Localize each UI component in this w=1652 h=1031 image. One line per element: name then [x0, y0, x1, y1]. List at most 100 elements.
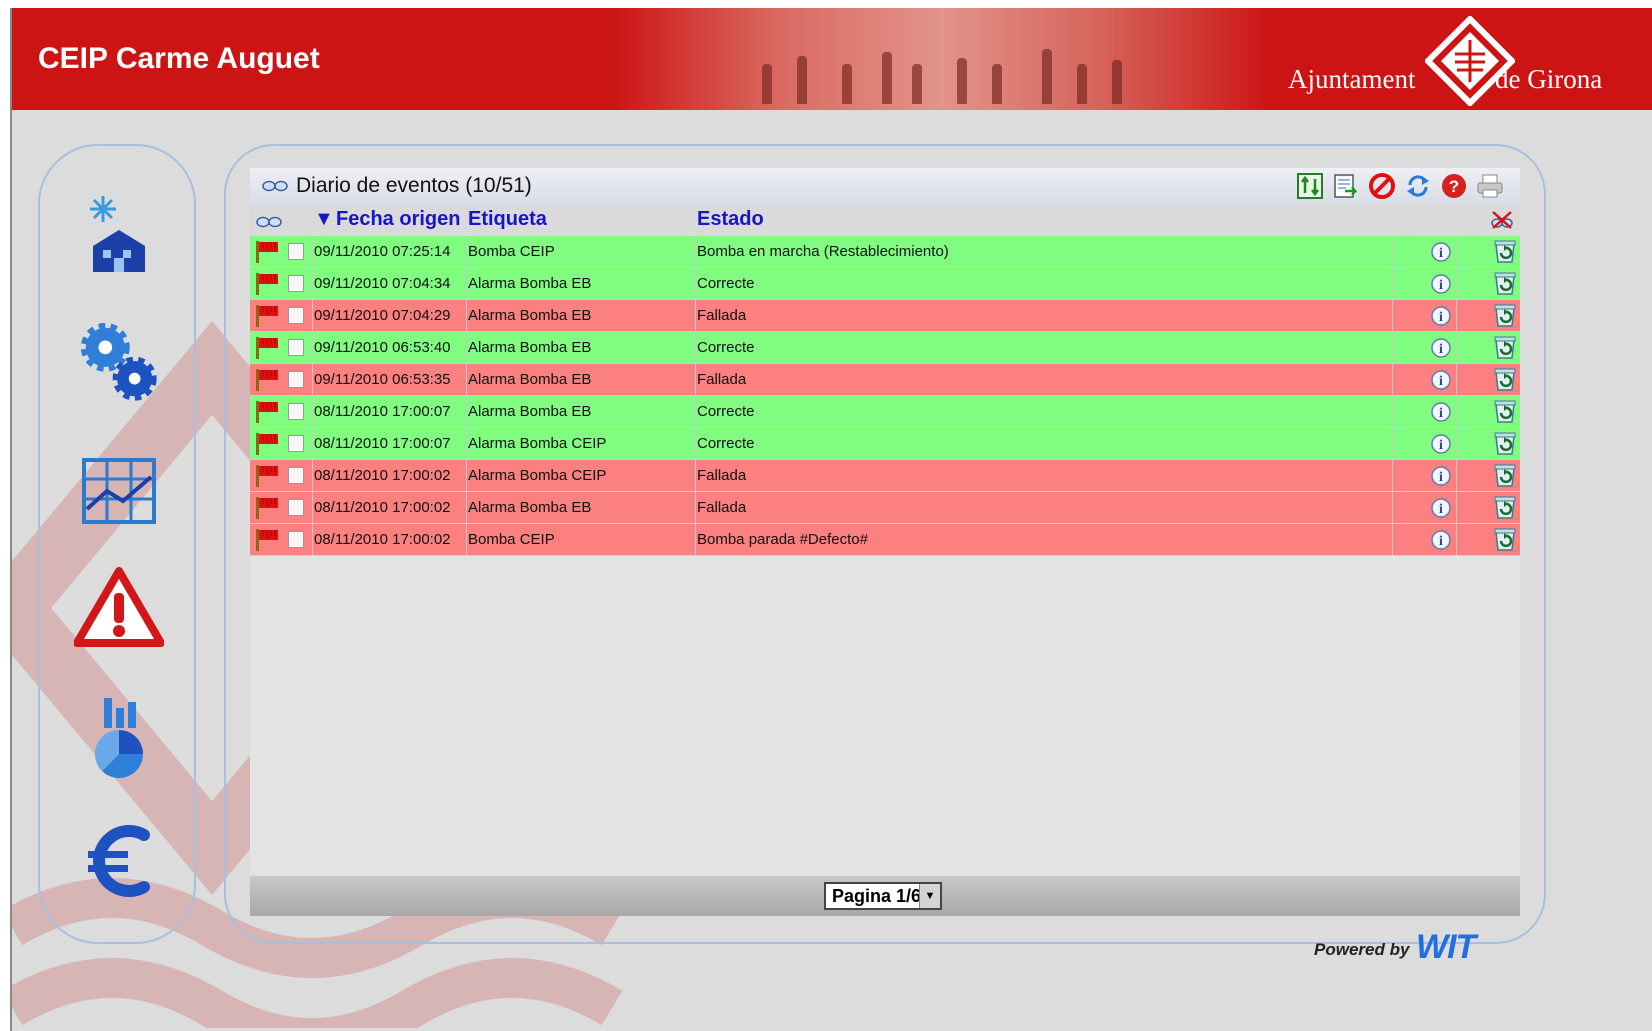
- table-row[interactable]: 08/11/2010 17:00:07 Alarma Bomba EB Correc…: [250, 396, 1520, 428]
- svg-text:i: i: [1439, 278, 1443, 293]
- grid-header: ▼ Fecha origen Etiqueta Estado: [250, 204, 1520, 237]
- chart-icon: [82, 458, 156, 524]
- comment-icon[interactable]: [288, 499, 304, 516]
- euro-icon: [88, 825, 150, 897]
- comment-icon[interactable]: [288, 307, 304, 324]
- statistics-icon: [94, 698, 144, 779]
- print-button[interactable]: [1476, 172, 1504, 200]
- prohibited-icon: [1369, 173, 1395, 199]
- column-header-date[interactable]: Fecha origen: [336, 208, 460, 231]
- info-icon[interactable]: i: [1430, 496, 1452, 520]
- table-row[interactable]: 08/11/2010 17:00:02 Alarma Bomba EB Fallad…: [250, 492, 1520, 524]
- app-title: CEIP Carme Auguet: [38, 42, 320, 75]
- table-row[interactable]: 09/11/2010 06:53:40 Alarma Bomba EB Correc…: [250, 332, 1520, 364]
- info-icon[interactable]: i: [1430, 272, 1452, 296]
- home-icon: [90, 196, 145, 272]
- event-state: Correcte: [697, 339, 755, 356]
- column-header-state[interactable]: Estado: [697, 208, 764, 231]
- table-row[interactable]: 08/11/2010 17:00:07 Alarma Bomba CEIP Corr…: [250, 428, 1520, 460]
- table-row[interactable]: 09/11/2010 06:53:35 Alarma Bomba EB Fallad…: [250, 364, 1520, 396]
- comment-icon[interactable]: [288, 339, 304, 356]
- acknowledge-icon[interactable]: [1493, 527, 1517, 552]
- info-icon[interactable]: i: [1430, 528, 1452, 552]
- event-date: 09/11/2010 07:04:29: [314, 307, 451, 324]
- filter-button[interactable]: [1296, 172, 1324, 200]
- nav-settings[interactable]: [74, 318, 164, 408]
- acknowledge-icon[interactable]: [1493, 239, 1517, 264]
- disable-button[interactable]: [1368, 172, 1396, 200]
- acknowledge-icon[interactable]: [1493, 399, 1517, 424]
- refresh-button[interactable]: [1404, 172, 1432, 200]
- column-header-label[interactable]: Etiqueta: [468, 208, 547, 231]
- acknowledge-icon[interactable]: [1493, 335, 1517, 360]
- event-label: Alarma Bomba EB: [468, 339, 592, 356]
- info-icon[interactable]: i: [1430, 304, 1452, 328]
- org-name-left: Ajuntament: [1288, 64, 1416, 94]
- event-state: Fallada: [697, 371, 747, 388]
- acknowledge-icon[interactable]: [1493, 431, 1517, 456]
- comment-icon[interactable]: [288, 371, 304, 388]
- page-select-value: Pagina 1/6: [832, 885, 919, 906]
- flag-icon: [256, 241, 278, 263]
- flag-icon: [256, 497, 278, 519]
- nav-alarms[interactable]: [74, 562, 164, 652]
- nav-costs[interactable]: [74, 816, 164, 906]
- acknowledge-icon[interactable]: [1493, 271, 1517, 296]
- comment-icon[interactable]: [288, 275, 304, 292]
- acknowledge-icon[interactable]: [1493, 495, 1517, 520]
- warning-icon: [74, 567, 164, 647]
- comment-icon[interactable]: [288, 435, 304, 452]
- info-icon[interactable]: i: [1430, 336, 1452, 360]
- info-icon[interactable]: i: [1430, 368, 1452, 392]
- gears-icon: [80, 322, 157, 401]
- grid-titlebar: Diario de eventos (10/51) ?: [250, 168, 1520, 205]
- flag-icon: [256, 529, 278, 551]
- nav-statistics[interactable]: [74, 692, 164, 782]
- event-date: 09/11/2010 07:25:14: [314, 243, 451, 260]
- svg-text:?: ?: [1449, 177, 1459, 196]
- table-row[interactable]: 09/11/2010 07:04:29 Alarma Bomba EB Fallad…: [250, 300, 1520, 332]
- help-button[interactable]: ?: [1440, 172, 1468, 200]
- info-icon[interactable]: i: [1430, 240, 1452, 264]
- comment-icon[interactable]: [288, 243, 304, 260]
- nav-home[interactable]: [74, 188, 164, 278]
- nav-charts[interactable]: [74, 446, 164, 536]
- export-icon: [1334, 174, 1358, 198]
- page-select[interactable]: Pagina 1/6 ▼: [824, 882, 942, 910]
- event-label: Bomba CEIP: [468, 243, 555, 260]
- flag-icon: [256, 273, 278, 295]
- svg-text:i: i: [1439, 406, 1443, 421]
- printer-icon: [1477, 174, 1503, 198]
- acknowledge-icon[interactable]: [1493, 367, 1517, 392]
- acknowledge-icon[interactable]: [1493, 303, 1517, 328]
- event-label: Alarma Bomba EB: [468, 275, 592, 292]
- table-row[interactable]: 09/11/2010 07:04:34 Alarma Bomba EB Correc…: [250, 268, 1520, 300]
- svg-text:i: i: [1439, 470, 1443, 485]
- event-date: 09/11/2010 06:53:40: [314, 339, 451, 356]
- table-row[interactable]: 09/11/2010 07:25:14 Bomba CEIP Bomba en ma…: [250, 236, 1520, 268]
- side-navigation: [38, 144, 196, 944]
- info-icon[interactable]: i: [1430, 432, 1452, 456]
- flag-icon: [256, 465, 278, 487]
- comment-icon[interactable]: [288, 403, 304, 420]
- acknowledge-icon[interactable]: [1493, 463, 1517, 488]
- comment-icon[interactable]: [288, 531, 304, 548]
- event-state: Fallada: [697, 307, 747, 324]
- event-rows: 09/11/2010 07:25:14 Bomba CEIP Bomba en ma…: [250, 236, 1520, 556]
- flag-icon: [256, 305, 278, 327]
- acknowledge-all-icon[interactable]: [1491, 210, 1513, 230]
- svg-text:i: i: [1439, 502, 1443, 517]
- export-button[interactable]: [1332, 172, 1360, 200]
- table-row[interactable]: 08/11/2010 17:00:02 Bomba CEIP Bomba parad…: [250, 524, 1520, 556]
- info-icon[interactable]: i: [1430, 400, 1452, 424]
- event-date: 08/11/2010 17:00:02: [314, 499, 451, 516]
- event-state: Bomba parada #Defecto#: [697, 531, 868, 548]
- table-row[interactable]: 08/11/2010 17:00:02 Alarma Bomba CEIP Fall…: [250, 460, 1520, 492]
- grid-pager: Pagina 1/6 ▼: [250, 876, 1520, 916]
- event-label: Bomba CEIP: [468, 531, 555, 548]
- comment-icon[interactable]: [288, 467, 304, 484]
- svg-text:i: i: [1439, 310, 1443, 325]
- filter-icon: [1297, 173, 1323, 199]
- flag-icon: [256, 433, 278, 455]
- info-icon[interactable]: i: [1430, 464, 1452, 488]
